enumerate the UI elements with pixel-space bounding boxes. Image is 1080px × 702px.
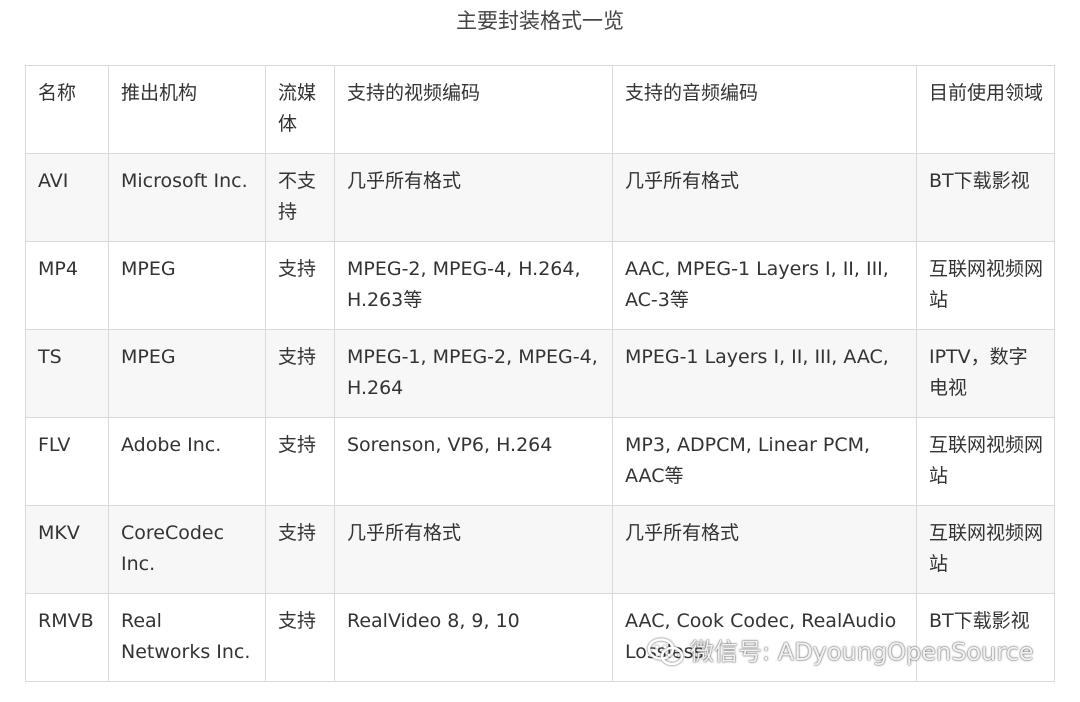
cell-publisher: Adobe Inc. [108, 417, 266, 506]
cell-audio-codecs: 几乎所有格式 [612, 505, 917, 594]
header-cell-streaming: 流媒体 [265, 65, 335, 154]
header-cell-name: 名称 [25, 65, 109, 154]
cell-video-codecs: 几乎所有格式 [334, 153, 613, 242]
cell-publisher: Microsoft Inc. [108, 153, 266, 242]
cell-usage: 互联网视频网站 [916, 505, 1055, 594]
cell-video-codecs: 几乎所有格式 [334, 505, 613, 594]
cell-name: FLV [25, 417, 109, 506]
cell-audio-codecs: MP3, ADPCM, Linear PCM, AAC等 [612, 417, 917, 506]
cell-video-codecs: Sorenson, VP6, H.264 [334, 417, 613, 506]
header-cell-usage: 目前使用领域 [916, 65, 1055, 154]
cell-video-codecs: MPEG-2, MPEG-4, H.264, H.263等 [334, 241, 613, 330]
header-cell-publisher: 推出机构 [108, 65, 266, 154]
header-cell-video-codecs: 支持的视频编码 [334, 65, 613, 154]
table-row: FLV Adobe Inc. 支持 Sorenson, VP6, H.264 M… [25, 417, 1055, 506]
table-row: MKV CoreCodec Inc. 支持 几乎所有格式 几乎所有格式 互联网视… [25, 505, 1055, 594]
cell-publisher: CoreCodec Inc. [108, 505, 266, 594]
table-row: MP4 MPEG 支持 MPEG-2, MPEG-4, H.264, H.263… [25, 241, 1055, 330]
cell-usage: 互联网视频网站 [916, 241, 1055, 330]
cell-audio-codecs: MPEG-1 Layers I, II, III, AAC, [612, 329, 917, 418]
cell-video-codecs: RealVideo 8, 9, 10 [334, 593, 613, 682]
cell-streaming: 支持 [265, 241, 335, 330]
cell-name: TS [25, 329, 109, 418]
cell-audio-codecs: 几乎所有格式 [612, 153, 917, 242]
cell-streaming: 支持 [265, 593, 335, 682]
cell-usage: 互联网视频网站 [916, 417, 1055, 506]
container-formats-table: 名称 推出机构 流媒体 支持的视频编码 支持的音频编码 目前使用领域 AVI M… [25, 65, 1055, 682]
cell-name: AVI [25, 153, 109, 242]
cell-usage: BT下载影视 [916, 153, 1055, 242]
table-row: TS MPEG 支持 MPEG-1, MPEG-2, MPEG-4, H.264… [25, 329, 1055, 418]
cell-publisher: MPEG [108, 241, 266, 330]
cell-name: RMVB [25, 593, 109, 682]
cell-video-codecs: MPEG-1, MPEG-2, MPEG-4, H.264 [334, 329, 613, 418]
watermark-text: 微信号: ADyoungOpenSource [690, 638, 1034, 666]
cell-publisher: Real Networks Inc. [108, 593, 266, 682]
cell-name: MP4 [25, 241, 109, 330]
table-caption: 主要封装格式一览 [456, 9, 624, 33]
header-cell-audio-codecs: 支持的音频编码 [612, 65, 917, 154]
cell-audio-codecs: AAC, MPEG-1 Layers I, II, III, AC-3等 [612, 241, 917, 330]
cell-streaming: 支持 [265, 329, 335, 418]
cell-streaming: 支持 [265, 505, 335, 594]
cell-usage: IPTV，数字电视 [916, 329, 1055, 418]
wechat-watermark: 微信号: ADyoungOpenSource [646, 636, 1034, 668]
cell-streaming: 支持 [265, 417, 335, 506]
cell-publisher: MPEG [108, 329, 266, 418]
table-row: AVI Microsoft Inc. 不支持 几乎所有格式 几乎所有格式 BT下… [25, 153, 1055, 242]
wechat-icon [646, 636, 686, 668]
cell-streaming: 不支持 [265, 153, 335, 242]
cell-name: MKV [25, 505, 109, 594]
table-header-row: 名称 推出机构 流媒体 支持的视频编码 支持的音频编码 目前使用领域 [25, 65, 1055, 154]
